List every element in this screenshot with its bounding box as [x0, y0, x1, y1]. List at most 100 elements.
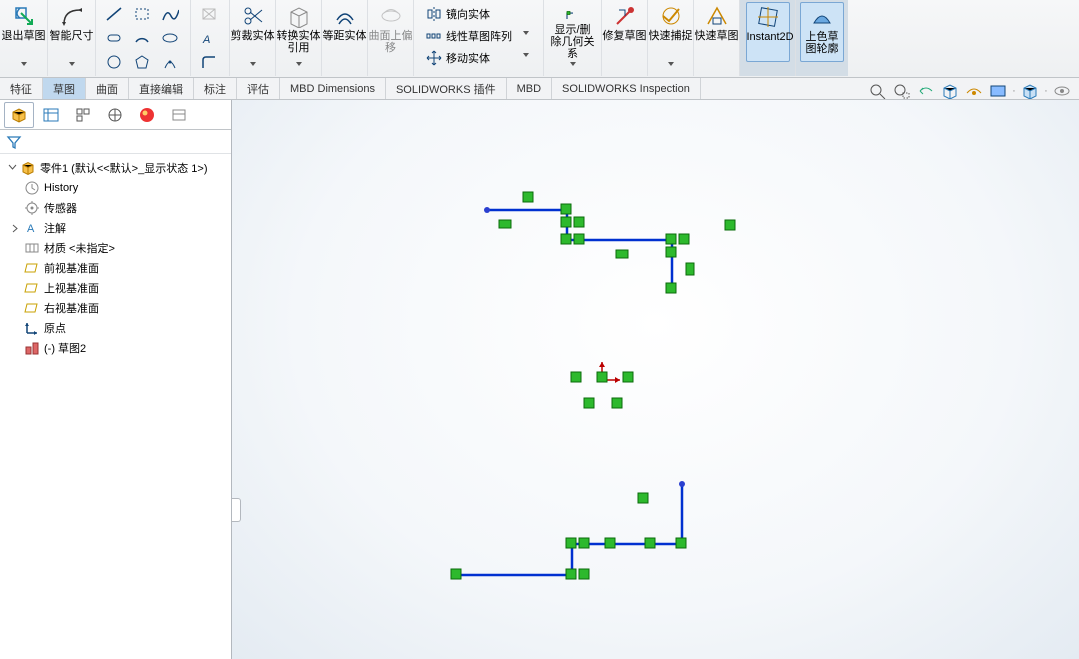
top-sketch-profile[interactable] — [484, 192, 735, 293]
plane-icon — [24, 280, 40, 296]
quick-snap-label: 快速捕捉 — [649, 30, 693, 42]
sketch-point[interactable] — [612, 398, 622, 408]
zoom-area-icon[interactable] — [891, 81, 913, 101]
circle-tool[interactable] — [102, 52, 126, 72]
smart-dimension-button[interactable]: 智能尺寸 — [50, 2, 94, 62]
spline-tool[interactable] — [158, 4, 182, 24]
part-icon — [20, 160, 36, 176]
shade-contour-button[interactable]: 上色草图轮廓 — [800, 2, 844, 62]
dropdown-icon[interactable] — [19, 62, 29, 72]
tab-annotate[interactable]: 标注 — [194, 78, 237, 99]
rapid-sketch-button[interactable]: 快速草图 — [695, 2, 739, 62]
dropdown-icon[interactable] — [294, 62, 304, 72]
tab-features[interactable]: 特征 — [0, 78, 43, 99]
tab-direct-edit[interactable]: 直接编辑 — [129, 78, 194, 99]
tree-item-origin[interactable]: 原点 — [2, 318, 229, 338]
rect-tool[interactable] — [130, 4, 154, 24]
feature-manager-panel: 零件1 (默认<<默认>_显示状态 1>) History 传感器 A 注解 材… — [0, 100, 232, 659]
mirror-row[interactable]: 镜向实体 — [422, 4, 535, 24]
surface-offset-button[interactable]: 曲面上偏移 — [369, 2, 413, 62]
dynamic-view-icon[interactable] — [963, 81, 985, 101]
sensor-icon — [24, 200, 40, 216]
display-style-icon[interactable] — [987, 81, 1009, 101]
exit-sketch-label: 退出草图 — [2, 30, 46, 42]
fillet-tool[interactable] — [197, 52, 221, 72]
tree-item-right-plane[interactable]: 右视基准面 — [2, 298, 229, 318]
fm-tab-config[interactable] — [68, 102, 98, 128]
tree-item-history[interactable]: History — [2, 178, 229, 198]
dropdown-icon[interactable] — [568, 62, 578, 72]
tab-mbd-dimensions[interactable]: MBD Dimensions — [280, 78, 386, 99]
arc-tool[interactable] — [130, 28, 154, 48]
show-delete-relations-button[interactable]: 显示/删除几何关系 — [551, 2, 595, 62]
separator: · — [1043, 85, 1049, 97]
tab-surfaces[interactable]: 曲面 — [86, 78, 129, 99]
offset-button[interactable]: 等距实体 — [323, 2, 367, 62]
sketch-point[interactable] — [584, 398, 594, 408]
filter-icon[interactable] — [6, 134, 22, 150]
tree-item-sketch2[interactable]: (-) 草图2 — [2, 338, 229, 358]
fm-tab-extra[interactable] — [164, 102, 194, 128]
hide-show-icon[interactable] — [1051, 81, 1073, 101]
line-tool[interactable] — [102, 4, 126, 24]
zoom-fit-icon[interactable] — [867, 81, 889, 101]
previous-view-icon[interactable] — [915, 81, 937, 101]
fm-tab-dimxpert[interactable] — [100, 102, 130, 128]
exit-sketch-button[interactable]: 退出草图 — [2, 2, 46, 62]
slot-tool[interactable] — [102, 28, 126, 48]
section-view-icon[interactable] — [939, 81, 961, 101]
sketch-point[interactable] — [623, 372, 633, 382]
dropdown-icon[interactable] — [248, 62, 258, 72]
tree-item-annotations[interactable]: A 注解 — [2, 218, 229, 238]
tab-sketch[interactable]: 草图 — [43, 78, 86, 99]
dropdown-icon[interactable] — [666, 62, 676, 72]
relations-label: 显示/删除几何关系 — [551, 24, 595, 60]
sketch-tools-grid — [100, 2, 186, 76]
rapid-sketch-label: 快速草图 — [695, 30, 739, 42]
expand-icon[interactable] — [10, 222, 22, 234]
sketch-canvas[interactable] — [232, 100, 1079, 659]
tab-evaluate[interactable]: 评估 — [237, 78, 280, 99]
sketch-point[interactable] — [597, 372, 607, 382]
annotation-icon: A — [24, 220, 40, 236]
tree-item-sensors[interactable]: 传感器 — [2, 198, 229, 218]
linear-pattern-row[interactable]: 线性草图阵列 — [422, 26, 535, 46]
sketch-point[interactable] — [571, 372, 581, 382]
tab-addins[interactable]: SOLIDWORKS 插件 — [386, 78, 507, 99]
plane-icon — [24, 260, 40, 276]
tree-root-label: 零件1 (默认<<默认>_显示状态 1>) — [40, 160, 208, 176]
sketch-icon — [24, 340, 40, 356]
project-tool[interactable] — [197, 4, 221, 24]
collapse-icon[interactable] — [6, 162, 18, 174]
trim-label: 剪裁实体 — [231, 30, 275, 42]
polygon-tool[interactable] — [130, 52, 154, 72]
text-tool[interactable]: A — [197, 28, 221, 48]
instant2d-button[interactable]: Instant2D — [746, 2, 790, 62]
tree-item-top-plane[interactable]: 上视基准面 — [2, 278, 229, 298]
dropdown-icon[interactable] — [67, 62, 77, 72]
graphics-area[interactable] — [232, 100, 1079, 659]
tree-item-material[interactable]: 材质 <未指定> — [2, 238, 229, 258]
trim-button[interactable]: 剪裁实体 — [231, 2, 275, 62]
origin-icon — [24, 320, 40, 336]
point-tool[interactable] — [158, 52, 182, 72]
fm-tab-property[interactable] — [36, 102, 66, 128]
view-orientation-icon[interactable] — [1019, 81, 1041, 101]
fm-tabs — [0, 100, 231, 130]
move-row[interactable]: 移动实体 — [422, 48, 535, 68]
convert-entities-button[interactable]: 转换实体引用 — [277, 2, 321, 62]
material-icon — [24, 240, 40, 256]
repair-sketch-button[interactable]: 修复草图 — [603, 2, 647, 62]
shade-contour-label: 上色草图轮廓 — [801, 31, 843, 55]
ellipse-tool[interactable] — [158, 28, 182, 48]
bottom-sketch-profile[interactable] — [451, 481, 686, 579]
plane-icon — [24, 300, 40, 316]
tree-item-front-plane[interactable]: 前视基准面 — [2, 258, 229, 278]
fm-tab-appearance[interactable] — [132, 102, 162, 128]
tab-mbd[interactable]: MBD — [507, 78, 552, 99]
tree-root[interactable]: 零件1 (默认<<默认>_显示状态 1>) — [2, 158, 229, 178]
tab-inspection[interactable]: SOLIDWORKS Inspection — [552, 78, 701, 99]
quick-snap-button[interactable]: 快速捕捉 — [649, 2, 693, 62]
fm-tab-tree[interactable] — [4, 102, 34, 128]
panel-collapse-handle[interactable] — [232, 498, 241, 522]
